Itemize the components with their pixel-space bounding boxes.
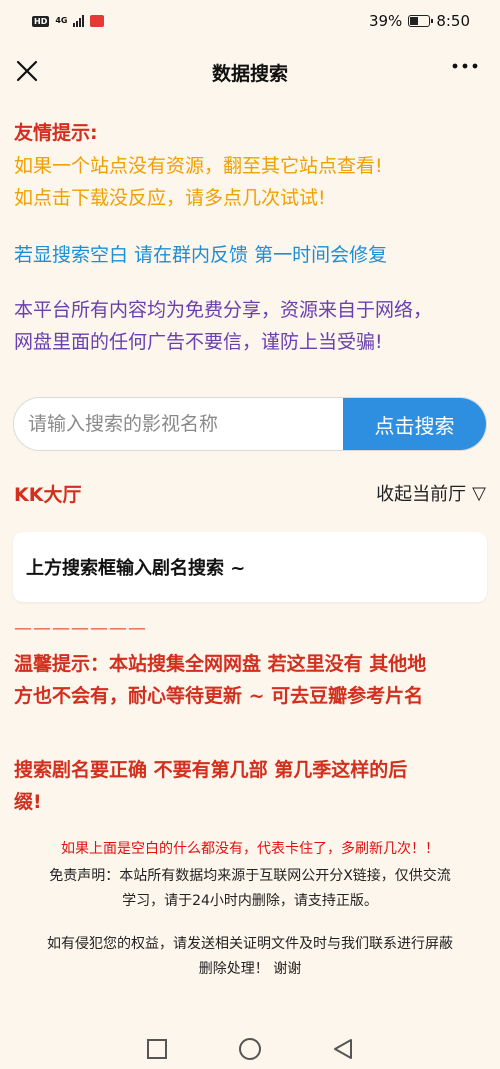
infringement-line: 如有侵犯您的权益，请发送相关证明文件及时与我们联系进行屏蔽 bbox=[47, 936, 453, 952]
battery-percent: 39% bbox=[368, 12, 403, 30]
notice-line: 本平台所有内容均为免费分享，资源来自于网络， bbox=[14, 299, 433, 321]
free-share-notice: 本平台所有内容均为免费分享，资源来自于网络， 网盘里面的任何广告不要信，谨防上当… bbox=[14, 294, 486, 358]
nav-bar: 数据搜索 bbox=[0, 42, 500, 102]
status-bar: HD 4G 39% 8:50 bbox=[0, 0, 500, 42]
triangle-down-icon: ▽ bbox=[472, 482, 486, 504]
battery-icon bbox=[408, 15, 434, 27]
collapse-label: 收起当前厅 bbox=[376, 484, 467, 505]
collapse-hall-button[interactable]: 收起当前厅 ▽ bbox=[376, 480, 486, 506]
notice-line: 网盘里面的任何广告不要信，谨防上当受骗! bbox=[14, 331, 383, 353]
disclaimer-line: 学习，请于24小时内删除，请支持正版。 bbox=[122, 893, 378, 909]
more-icon[interactable] bbox=[452, 62, 478, 70]
close-icon[interactable] bbox=[14, 58, 40, 84]
name-tip-line: 搜索剧名要正确 不要有第几部 第几季这样的后 bbox=[14, 759, 408, 781]
infringement-line: 删除处理！ 谢谢 bbox=[198, 961, 302, 977]
divider: ——————— bbox=[14, 618, 147, 639]
result-card: 上方搜索框输入剧名搜索 ~ bbox=[13, 532, 487, 602]
notice-line: 如果一个站点没有资源，翻至其它站点查看! bbox=[14, 155, 383, 177]
search-input[interactable] bbox=[14, 398, 343, 450]
notice-lines: 如果一个站点没有资源，翻至其它站点查看! 如点击下载没反应，请多点几次试试! bbox=[14, 150, 486, 214]
warm-tip-line: 温馨提示：本站搜集全网网盘 若这里没有 其他地 bbox=[14, 653, 427, 675]
network-type: 4G bbox=[55, 16, 68, 25]
name-tip-line: 缀! bbox=[14, 791, 42, 813]
page-title: 数据搜索 bbox=[211, 62, 288, 85]
home-icon[interactable] bbox=[238, 1037, 262, 1061]
app-notification-icon bbox=[90, 15, 105, 27]
refresh-note: 如果上面是空白的什么都没有，代表卡住了，多刷新几次！！ bbox=[61, 841, 439, 857]
hd-badge: HD bbox=[32, 15, 50, 27]
disclaimer: 免责声明：本站所有数据均来源于互联网公开分X链接，仅供交流 学习，请于24小时内… bbox=[14, 864, 486, 914]
status-right: 39% 8:50 bbox=[369, 12, 470, 30]
name-tip: 搜索剧名要正确 不要有第几部 第几季这样的后 缀! bbox=[14, 754, 486, 818]
notice-line: 如点击下载没反应，请多点几次试试! bbox=[14, 187, 326, 209]
disclaimer-line: 免责声明：本站所有数据均来源于互联网公开分X链接，仅供交流 bbox=[49, 868, 451, 884]
hall-title: KK大厅 bbox=[14, 484, 82, 506]
signal-icon bbox=[73, 15, 85, 27]
search-bar: 点击搜索 bbox=[13, 397, 487, 451]
clock: 8:50 bbox=[436, 12, 470, 30]
warm-tip-line: 方也不会有，耐心等待更新 ~ 可去豆瓣参考片名 bbox=[14, 685, 424, 707]
status-left: HD 4G bbox=[32, 15, 105, 27]
warm-tip: 温馨提示：本站搜集全网网盘 若这里没有 其他地 方也不会有，耐心等待更新 ~ 可… bbox=[14, 648, 486, 712]
search-button[interactable]: 点击搜索 bbox=[343, 398, 486, 450]
infringement-notice: 如有侵犯您的权益，请发送相关证明文件及时与我们联系进行屏蔽 删除处理！ 谢谢 bbox=[14, 932, 486, 982]
system-nav-bar bbox=[0, 1028, 500, 1069]
notice-heading: 友情提示: bbox=[14, 122, 98, 144]
back-icon[interactable] bbox=[332, 1038, 354, 1060]
feedback-notice: 若显搜索空白 请在群内反馈 第一时间会修复 bbox=[14, 244, 388, 266]
recent-apps-icon[interactable] bbox=[146, 1038, 168, 1060]
